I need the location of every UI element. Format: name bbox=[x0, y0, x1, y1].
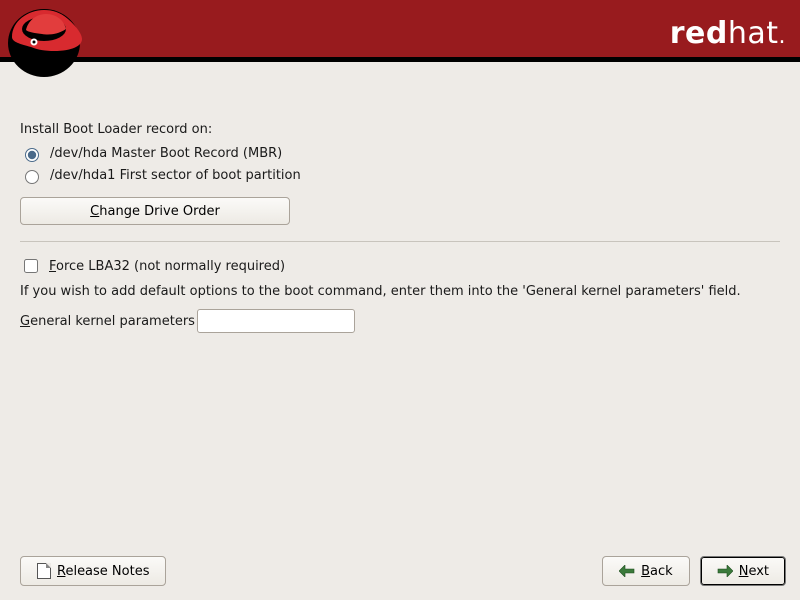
redhat-logo-icon bbox=[0, 0, 98, 83]
back-button[interactable]: Back bbox=[602, 556, 690, 586]
radio-mbr-input[interactable] bbox=[25, 148, 39, 162]
force-lba32-input[interactable] bbox=[24, 259, 38, 273]
header: redhat. bbox=[0, 0, 800, 62]
main-content: Install Boot Loader record on: /dev/hda … bbox=[0, 62, 800, 333]
install-location-label: Install Boot Loader record on: bbox=[20, 122, 780, 137]
footer: Release Notes Back Next bbox=[20, 556, 786, 586]
kernel-params-label: General kernel parameters bbox=[20, 314, 195, 329]
kernel-params-hint: If you wish to add default options to th… bbox=[20, 284, 780, 299]
radio-mbr-label: /dev/hda Master Boot Record (MBR) bbox=[50, 146, 282, 161]
force-lba32-checkbox[interactable]: Force LBA32 (not normally required) bbox=[20, 256, 780, 276]
kernel-params-input[interactable] bbox=[197, 309, 355, 333]
radio-first-sector-input[interactable] bbox=[25, 170, 39, 184]
radio-first-sector[interactable]: /dev/hda1 First sector of boot partition bbox=[20, 167, 780, 184]
arrow-right-icon bbox=[717, 565, 733, 577]
change-drive-order-button[interactable]: Change Drive Order bbox=[20, 197, 290, 225]
force-lba32-label: Force LBA32 (not normally required) bbox=[49, 259, 285, 274]
radio-first-sector-label: /dev/hda1 First sector of boot partition bbox=[50, 168, 301, 183]
next-button[interactable]: Next bbox=[700, 556, 786, 586]
divider bbox=[20, 241, 780, 242]
radio-mbr[interactable]: /dev/hda Master Boot Record (MBR) bbox=[20, 145, 780, 162]
document-icon bbox=[37, 563, 51, 579]
release-notes-button[interactable]: Release Notes bbox=[20, 556, 166, 586]
brand-wordmark: redhat. bbox=[670, 16, 786, 51]
arrow-left-icon bbox=[619, 565, 635, 577]
